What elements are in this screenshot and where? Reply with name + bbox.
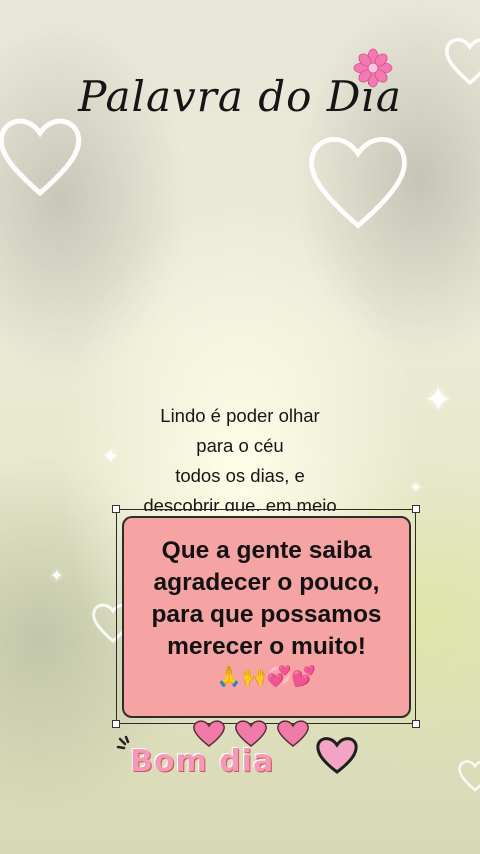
- background-text-line: Lindo é poder olhar: [160, 405, 320, 426]
- sparkle-icon: ✦: [410, 480, 422, 496]
- quote-line: Que a gente saiba: [161, 537, 372, 564]
- sparkle-icon: ✦: [424, 380, 453, 420]
- page-title: Palavra do Dia: [78, 72, 402, 121]
- quote-card[interactable]: Que a gente saiba agradecer o pouco, par…: [122, 516, 411, 718]
- heart-outline-icon: [458, 760, 480, 792]
- quote-emojis: 🙏🙌💞💕: [216, 664, 317, 688]
- background-text: Lindo é poder olhar para o céu todos os …: [110, 401, 370, 511]
- resize-handle-top-right[interactable]: [412, 505, 420, 513]
- greeting-text: Bom dia: [130, 744, 275, 779]
- background-text-line: descobrir que, em meio: [143, 495, 337, 511]
- pink-heart-icon: [316, 737, 358, 774]
- background-text-line: todos os dias, e: [175, 465, 305, 486]
- background-text-line: para o céu: [196, 435, 284, 456]
- resize-handle-bottom-left[interactable]: [112, 720, 120, 728]
- resize-handle-bottom-right[interactable]: [412, 720, 420, 728]
- flower-icon: [353, 48, 393, 88]
- quote-line: para que possamos: [151, 601, 382, 628]
- quote-line: merecer o muito!: [167, 633, 366, 660]
- pink-heart-icon: [277, 720, 309, 747]
- resize-handle-top-left[interactable]: [112, 505, 120, 513]
- sparkle-icon: ✦: [50, 566, 64, 585]
- quote-line: agradecer o pouco,: [153, 569, 380, 596]
- heart-outline-icon: [309, 137, 407, 229]
